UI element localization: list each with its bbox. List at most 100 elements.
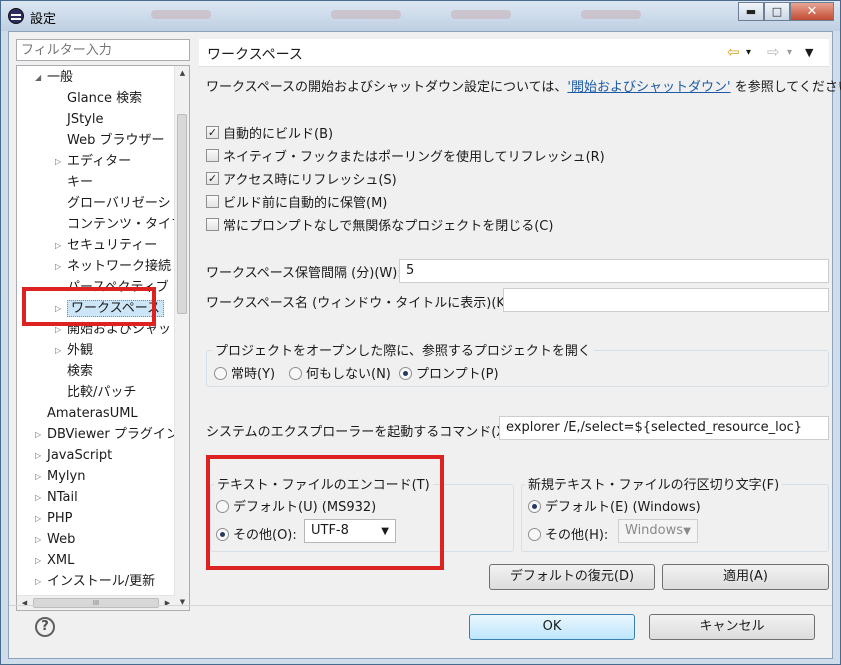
cancel-button[interactable]: キャンセル: [649, 614, 815, 640]
scroll-up-icon[interactable]: ▲: [175, 66, 189, 81]
collapsed-icon[interactable]: ▷: [55, 152, 65, 172]
collapsed-icon[interactable]: ▷: [35, 551, 45, 571]
back-dropdown-icon[interactable]: ▾: [746, 47, 751, 58]
tree-item[interactable]: ▷ XML: [35, 551, 74, 571]
hscroll-thumb[interactable]: III: [33, 598, 159, 608]
checkbox-option[interactable]: ✓ 自動的にビルド(B): [206, 122, 333, 142]
collapsed-icon[interactable]: ▷: [35, 425, 45, 445]
help-icon[interactable]: ?: [35, 617, 55, 637]
scroll-thumb[interactable]: [177, 114, 187, 314]
delimiter-select[interactable]: Windows ▼: [618, 519, 698, 543]
tree-item[interactable]: キー: [67, 173, 93, 193]
line-delimiter-group-title: 新規テキスト・ファイルの行区切り文字(F): [525, 474, 783, 493]
back-arrow-icon[interactable]: ⇦: [727, 43, 740, 61]
tree-item[interactable]: グローバリゼーシ: [67, 194, 171, 214]
tree-item-label: 一般: [47, 70, 74, 85]
scroll-right-icon[interactable]: ▶: [160, 596, 175, 610]
workspace-name-input[interactable]: [503, 288, 829, 312]
minimize-button[interactable]: ▬: [738, 2, 764, 21]
tree-item[interactable]: ▷ 外観: [55, 341, 93, 361]
restore-defaults-button[interactable]: デフォルトの復元(D): [489, 564, 655, 590]
collapsed-icon[interactable]: ▷: [35, 467, 45, 487]
checkbox-checked-icon[interactable]: ✓: [206, 125, 219, 139]
explorer-command-input[interactable]: explorer /E,/select=${selected_resource_…: [499, 416, 829, 440]
tree-item[interactable]: コンテンツ・タイプ: [67, 215, 184, 235]
startup-shutdown-link[interactable]: '開始およびシャットダウン': [567, 80, 730, 95]
open-project-option[interactable]: 何もしない(N): [289, 363, 391, 382]
collapsed-icon[interactable]: ▷: [35, 509, 45, 529]
open-project-group-title: プロジェクトをオープンした際に、参照するプロジェクトを開く: [212, 340, 594, 359]
tree-item[interactable]: ▷ インストール/更新: [35, 572, 155, 592]
tree-item[interactable]: ▷ セキュリティー: [55, 236, 158, 256]
tree-item-label: Web: [47, 532, 76, 547]
checkbox-option[interactable]: ビルド前に自動的に保管(M): [206, 191, 387, 211]
dialog-body: ▷インストール/更新▷XML▷Web▷PHP▷NTail▷Mylyn▷JavaS…: [8, 31, 841, 659]
scroll-down-icon[interactable]: ▼: [175, 595, 189, 610]
tree-item[interactable]: ▷ DBViewer プラグイン: [35, 425, 179, 445]
footer-separator: [9, 605, 832, 606]
tree-item[interactable]: AmaterasUML: [47, 404, 138, 424]
maximize-button[interactable]: □: [764, 2, 790, 21]
collapsed-icon[interactable]: ▷: [35, 446, 45, 466]
delimiter-default-label: デフォルト(E) (Windows): [545, 500, 701, 515]
checkbox-label: 常にプロンプトなしで無関係なプロジェクトを閉じる(C): [223, 218, 554, 234]
tree-vertical-scrollbar[interactable]: ▲ ▼: [174, 66, 189, 610]
tree-horizontal-scrollbar[interactable]: ◀ III ▶: [17, 595, 175, 610]
tree-item[interactable]: Glance 検索: [67, 89, 142, 109]
checkbox-option[interactable]: ネイティブ・フックまたはポーリングを使用してリフレッシュ(R): [206, 145, 605, 165]
expanded-icon[interactable]: ◢: [35, 68, 45, 88]
title-bar[interactable]: 設定 ▬ □ ✕: [1, 1, 840, 31]
tree-item[interactable]: ▷ JavaScript: [35, 446, 112, 466]
close-button[interactable]: ✕: [790, 2, 834, 21]
forward-dropdown-icon[interactable]: ▾: [787, 47, 792, 58]
preference-tree: ▷ インストール/更新 ▷ XML ▷ Web ▷ PHP ▷ NTail ▷ Mylyn ▷ JavaS…: [16, 65, 190, 611]
view-menu-icon[interactable]: ▼: [805, 46, 813, 59]
delimiter-other-radio[interactable]: その他(H):: [528, 524, 608, 543]
checkbox-option[interactable]: 常にプロンプトなしで無関係なプロジェクトを閉じる(C): [206, 214, 553, 234]
collapsed-icon[interactable]: ▷: [35, 488, 45, 508]
collapsed-icon[interactable]: ▷: [35, 572, 45, 592]
page-description: ワークスペースの開始およびシャットダウン設定については、'開始およびシャットダウ…: [206, 76, 841, 95]
eclipse-icon: [8, 8, 24, 24]
open-project-option[interactable]: 常時(Y): [214, 363, 275, 382]
collapsed-icon[interactable]: ▷: [55, 236, 65, 256]
open-project-option-label: 何もしない(N): [306, 367, 391, 382]
tree-item-label: セキュリティー: [67, 238, 158, 253]
save-interval-input[interactable]: 5: [399, 259, 829, 283]
tree-item-label: PHP: [47, 511, 73, 526]
radio-icon: [289, 367, 302, 380]
tree-item-label: JStyle: [67, 112, 104, 127]
description-text: を参照してください。: [734, 80, 841, 95]
ok-button[interactable]: OK: [469, 614, 635, 640]
tree-item[interactable]: ▷ エディター: [55, 152, 131, 172]
collapsed-icon[interactable]: ▷: [55, 257, 65, 277]
open-project-option[interactable]: プロンプト(P): [399, 363, 499, 382]
tree-item[interactable]: ◢ 一般: [35, 68, 74, 88]
delimiter-default-radio[interactable]: デフォルト(E) (Windows): [528, 496, 701, 515]
tree-item[interactable]: ▷ ネットワーク接続: [55, 257, 171, 277]
checkbox-checked-icon[interactable]: ✓: [206, 171, 219, 185]
collapsed-icon[interactable]: ▷: [55, 341, 65, 361]
tree-item[interactable]: ▷ NTail: [35, 488, 78, 508]
tree-item[interactable]: ▷ Mylyn: [35, 467, 85, 487]
checkbox-icon[interactable]: [206, 194, 219, 208]
scroll-left-icon[interactable]: ◀: [17, 596, 32, 610]
checkbox-label: ビルド前に自動的に保管(M): [223, 195, 388, 211]
checkbox-icon[interactable]: [206, 148, 219, 162]
collapsed-icon[interactable]: ▷: [35, 530, 45, 550]
delimiter-other-label: その他(H):: [545, 528, 609, 543]
tree-item[interactable]: ▷ Web: [35, 530, 76, 550]
tree-item[interactable]: Web ブラウザー: [67, 131, 164, 151]
tree-item[interactable]: JStyle: [67, 110, 104, 130]
tree-item[interactable]: ▷ PHP: [35, 509, 73, 529]
forward-arrow-icon[interactable]: ⇨: [767, 43, 780, 61]
filter-input[interactable]: [16, 39, 190, 61]
tree-item[interactable]: 検索: [67, 362, 93, 382]
open-project-option-label: プロンプト(P): [416, 367, 499, 382]
collapsed-icon: [55, 131, 65, 151]
checkbox-icon[interactable]: [206, 217, 219, 231]
checkbox-option[interactable]: ✓ アクセス時にリフレッシュ(S): [206, 168, 397, 188]
tree-item-label: Glance 検索: [67, 91, 143, 106]
apply-button[interactable]: 適用(A): [662, 564, 829, 590]
tree-item[interactable]: 比較/パッチ: [67, 383, 136, 403]
